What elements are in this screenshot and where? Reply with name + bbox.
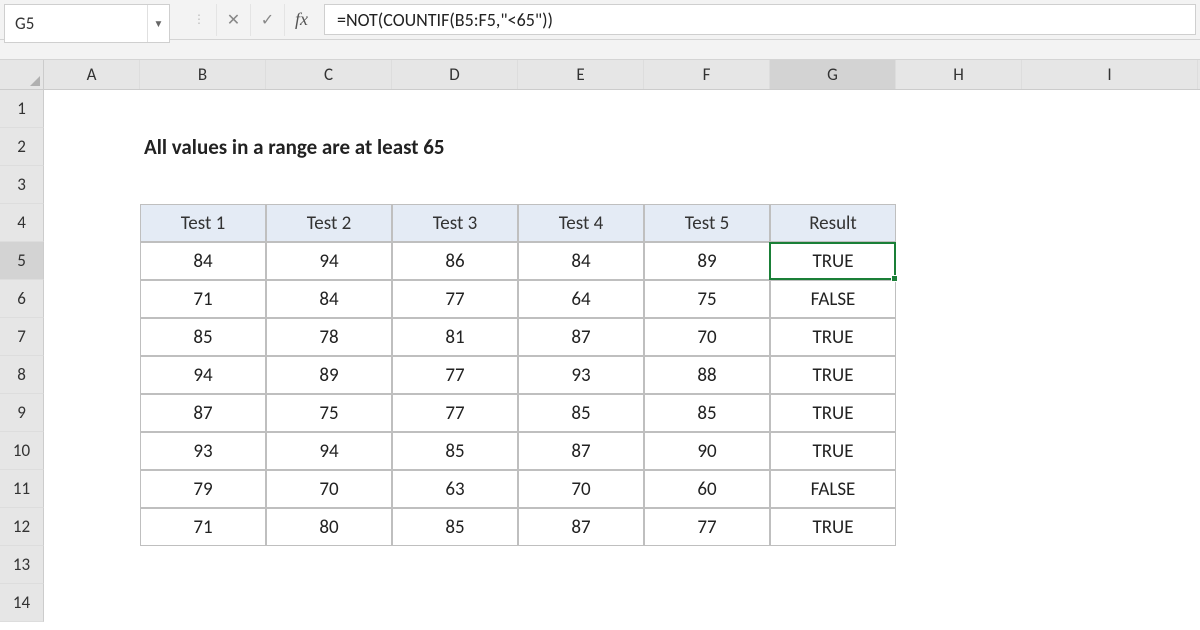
formula-input[interactable]: =NOT(COUNTIF(B5:F5,"<65")): [324, 4, 1196, 35]
excel-window: G5 ▼ ⋮ ✕ ✓ fx =NOT(COUNTIF(B5:F5,"<65"))…: [0, 0, 1200, 630]
row-6: 71 84 77 64 75 FALSE: [44, 280, 1200, 318]
row-7: 85 78 81 87 70 TRUE: [44, 318, 1200, 356]
cell-F1[interactable]: [644, 90, 770, 128]
fx-icon[interactable]: fx: [284, 4, 318, 36]
cell-H1[interactable]: [896, 90, 1022, 128]
row-header-5[interactable]: 5: [0, 242, 44, 280]
col-header-H[interactable]: H: [896, 60, 1022, 89]
col-header-F[interactable]: F: [644, 60, 770, 89]
cell-D5[interactable]: 86: [392, 242, 518, 280]
cell-A3[interactable]: [44, 166, 140, 204]
columns-area: A B C D E F G H I: [44, 60, 1200, 630]
row-10: 93 94 85 87 90 TRUE: [44, 432, 1200, 470]
row-12: 71 80 85 87 77 TRUE: [44, 508, 1200, 546]
row-header-12[interactable]: 12: [0, 508, 44, 546]
header-test2[interactable]: Test 2: [266, 204, 392, 242]
row-header-8[interactable]: 8: [0, 356, 44, 394]
sheet-cells[interactable]: All values in a range are at least 65: [44, 90, 1200, 622]
row-13: [44, 546, 1200, 584]
row-9: 87 75 77 85 85 TRUE: [44, 394, 1200, 432]
row-header-6[interactable]: 6: [0, 280, 44, 318]
cell-B1[interactable]: [140, 90, 266, 128]
row-headers: 1 2 3 4 5 6 7 8 9 10 11 12 13 14: [0, 60, 44, 630]
header-test4[interactable]: Test 4: [518, 204, 644, 242]
column-headers: A B C D E F G H I: [44, 60, 1200, 90]
row-header-9[interactable]: 9: [0, 394, 44, 432]
row-header-10[interactable]: 10: [0, 432, 44, 470]
header-test3[interactable]: Test 3: [392, 204, 518, 242]
name-box-text: G5: [5, 13, 147, 34]
cell-E1[interactable]: [518, 90, 644, 128]
row-header-13[interactable]: 13: [0, 546, 44, 584]
formula-bar-buttons: ⋮ ✕ ✓ fx: [176, 0, 324, 39]
cell-G1[interactable]: [770, 90, 896, 128]
row-header-7[interactable]: 7: [0, 318, 44, 356]
expand-icon[interactable]: ⋮: [182, 4, 216, 36]
header-result[interactable]: Result: [770, 204, 896, 242]
col-header-G[interactable]: G: [770, 60, 896, 89]
col-header-D[interactable]: D: [392, 60, 518, 89]
cell-I1[interactable]: [1022, 90, 1198, 128]
row-header-4[interactable]: 4: [0, 204, 44, 242]
col-header-B[interactable]: B: [140, 60, 266, 89]
cancel-icon[interactable]: ✕: [216, 4, 250, 36]
row-14: [44, 584, 1200, 622]
cell-G5[interactable]: TRUE: [770, 242, 896, 280]
col-header-A[interactable]: A: [44, 60, 140, 89]
row-2: All values in a range are at least 65: [44, 128, 1200, 166]
header-test5[interactable]: Test 5: [644, 204, 770, 242]
row-header-11[interactable]: 11: [0, 470, 44, 508]
cell-A1[interactable]: [44, 90, 140, 128]
spreadsheet-grid: 1 2 3 4 5 6 7 8 9 10 11 12 13 14 A B C D…: [0, 60, 1200, 630]
row-11: 79 70 63 70 60 FALSE: [44, 470, 1200, 508]
title-cell[interactable]: All values in a range are at least 65: [140, 128, 1148, 166]
cell-F5[interactable]: 89: [644, 242, 770, 280]
col-header-E[interactable]: E: [518, 60, 644, 89]
row-8: 94 89 77 93 88 TRUE: [44, 356, 1200, 394]
ribbon-stub: [0, 40, 1200, 60]
cell-C5[interactable]: 94: [266, 242, 392, 280]
formula-bar: G5 ▼ ⋮ ✕ ✓ fx =NOT(COUNTIF(B5:F5,"<65")): [0, 0, 1200, 40]
row-header-2[interactable]: 2: [0, 128, 44, 166]
header-test1[interactable]: Test 1: [140, 204, 266, 242]
row-header-1[interactable]: 1: [0, 90, 44, 128]
cell-D1[interactable]: [392, 90, 518, 128]
name-box[interactable]: G5 ▼: [4, 4, 170, 43]
enter-icon[interactable]: ✓: [250, 4, 284, 36]
cell-E5[interactable]: 84: [518, 242, 644, 280]
row-3: [44, 166, 1200, 204]
row-4: Test 1 Test 2 Test 3 Test 4 Test 5 Resul…: [44, 204, 1200, 242]
row-5: 84 94 86 84 89 TRUE: [44, 242, 1200, 280]
select-all-corner[interactable]: [0, 60, 44, 90]
name-box-dropdown-icon[interactable]: ▼: [147, 5, 169, 42]
row-1: [44, 90, 1200, 128]
cell-B5[interactable]: 84: [140, 242, 266, 280]
row-header-14[interactable]: 14: [0, 584, 44, 622]
cell-A4[interactable]: [44, 204, 140, 242]
col-header-I[interactable]: I: [1022, 60, 1198, 89]
row-header-3[interactable]: 3: [0, 166, 44, 204]
cell-C1[interactable]: [266, 90, 392, 128]
cell-A2[interactable]: [44, 128, 140, 166]
col-header-C[interactable]: C: [266, 60, 392, 89]
